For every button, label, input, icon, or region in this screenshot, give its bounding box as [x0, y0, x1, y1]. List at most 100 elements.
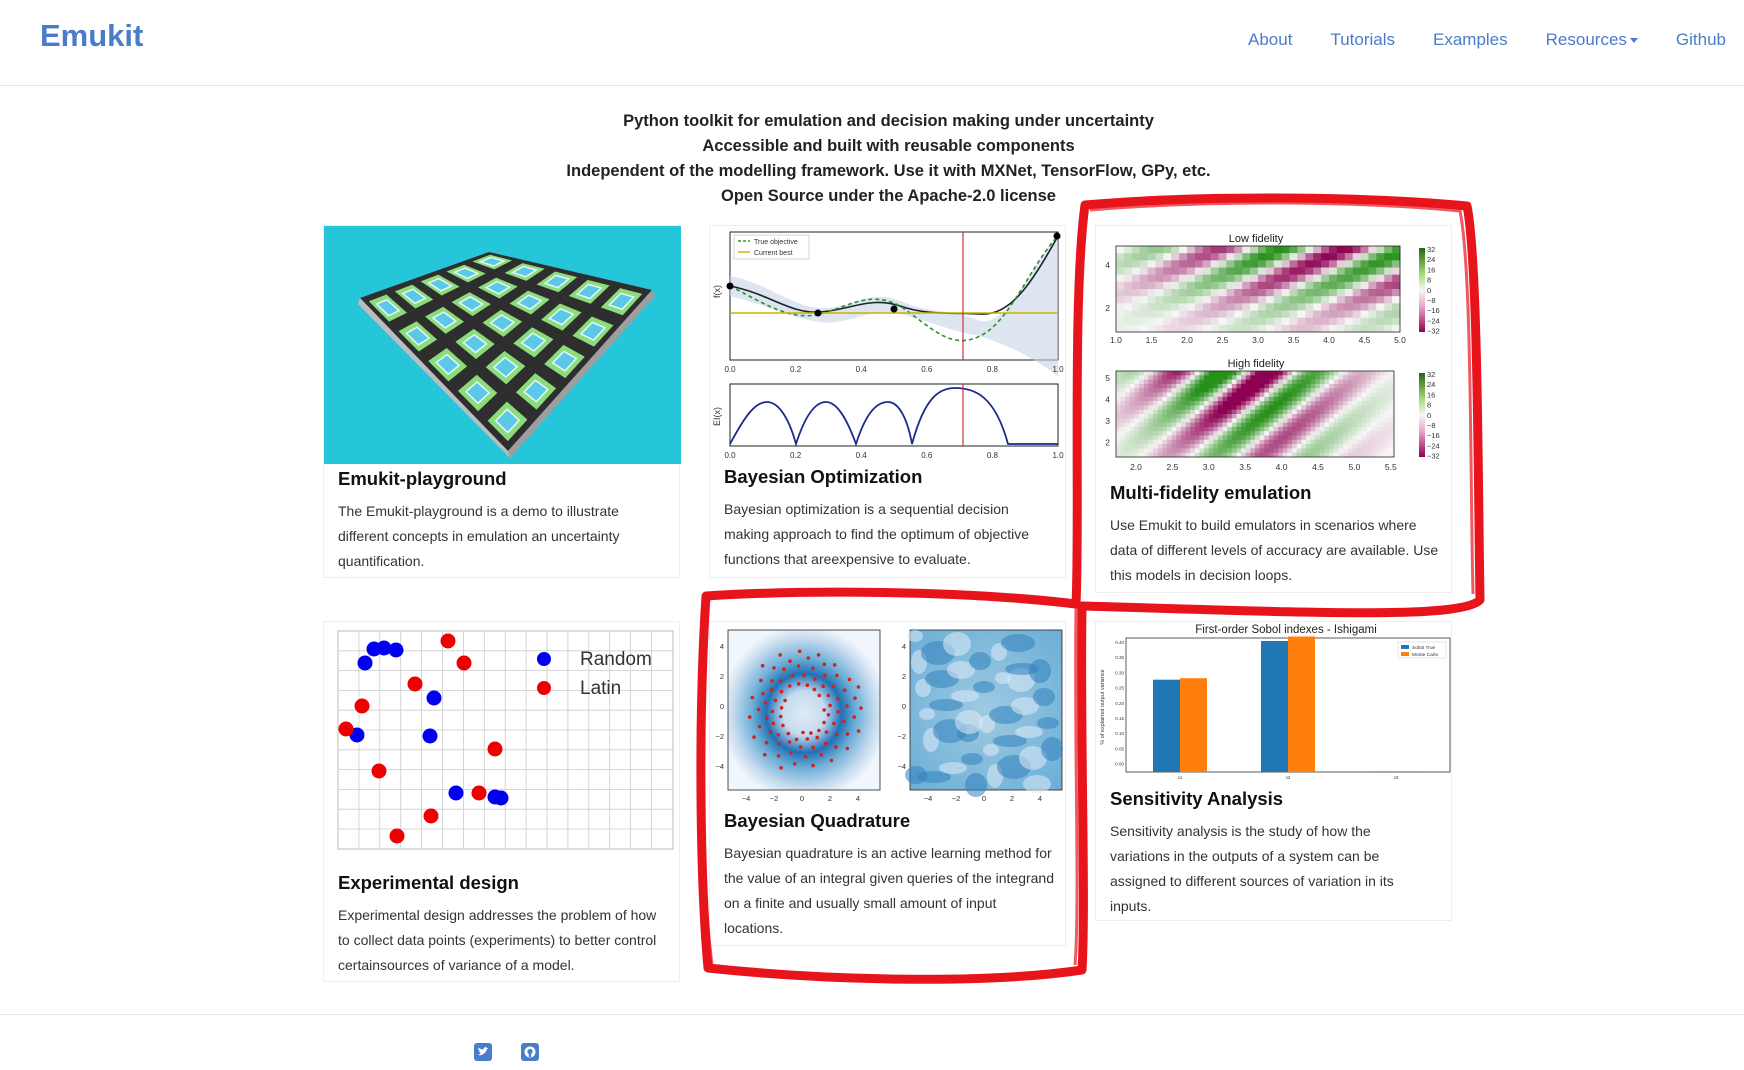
- heatmap-cell: [1234, 303, 1243, 311]
- heatmap-cell: [1116, 392, 1121, 398]
- heatmap-cell: [1222, 409, 1228, 415]
- x-tick-label: x2: [1286, 775, 1291, 780]
- heatmap-cell: [1338, 431, 1344, 436]
- heatmap-cell: [1120, 444, 1126, 449]
- card-emukit-playground[interactable]: Emukit-playground The Emukit-playground …: [323, 225, 681, 578]
- heatmap-cell: [1375, 401, 1381, 406]
- heatmap-cell: [1273, 426, 1279, 432]
- x-tick-label: 0.2: [790, 451, 802, 460]
- heatmap-cell: [1204, 371, 1209, 376]
- heatmap-cell: [1190, 379, 1196, 385]
- latin-point: [456, 655, 472, 671]
- heatmap-cell: [1236, 418, 1242, 423]
- heatmap-cell: [1185, 418, 1191, 423]
- nav-examples[interactable]: Examples: [1433, 30, 1508, 50]
- heatmap-cell: [1255, 431, 1260, 436]
- heatmap-cell: [1147, 296, 1156, 304]
- sample-point: [764, 740, 769, 745]
- twitter-icon[interactable]: [474, 1043, 492, 1061]
- sobol-chart[interactable]: First-order Sobol indexes - Ishigami % o…: [1096, 622, 1453, 782]
- y-tick-label: 0.40: [1115, 640, 1124, 645]
- heatmap-cell: [1281, 246, 1290, 254]
- multi-fidelity-plot[interactable]: Low fidelity 1.0 1.5 2.0 2.5 3.0 3.5 4.0 4.5 5.0…: [1096, 226, 1453, 481]
- bayesopt-plot[interactable]: True objective Current best f(x) 0.0 0.2 0…: [710, 226, 1067, 466]
- heatmap-cell: [1329, 448, 1335, 453]
- card-bayesian-optimization[interactable]: True objective Current best f(x) 0.0 0.2 0…: [709, 225, 1066, 578]
- heatmap-cell: [1347, 444, 1353, 449]
- heatmap-cell: [1129, 383, 1135, 389]
- experimental-design-plot[interactable]: Random Latin: [324, 622, 681, 854]
- heatmap-cell: [1273, 303, 1282, 311]
- heatmap-cell: [1356, 401, 1362, 406]
- heatmap-cell: [1375, 396, 1381, 402]
- heatmap-cell: [1389, 375, 1395, 380]
- card-multi-fidelity-emulation[interactable]: Low fidelity 1.0 1.5 2.0 2.5 3.0 3.5 4.0 4.5 5.0…: [1095, 225, 1452, 593]
- heatmap-cell: [1139, 383, 1145, 389]
- heatmap-cell: [1315, 375, 1321, 380]
- heatmap-cell: [1305, 418, 1311, 423]
- bayesian-quadrature-plot[interactable]: 420−2−4−4 −2 0 2 4 420−2−4−4 −2 0 2 4: [710, 622, 1067, 822]
- nav-github[interactable]: Github: [1676, 30, 1726, 50]
- heatmap-cell: [1194, 388, 1200, 393]
- heatmap-cell: [1301, 418, 1307, 423]
- sample-point: [798, 745, 803, 749]
- heatmap-cell: [1227, 392, 1233, 398]
- card-bayesian-quadrature[interactable]: 4 2 0 −2 −4 −4 −2 0 2 4 4 2 0 −2 −4 −4 −2 0 2 4 Bayesian Q…: [709, 621, 1066, 946]
- heatmap-cell: [1120, 371, 1126, 376]
- heatmap-cell: [1356, 435, 1362, 441]
- card-sensitivity-analysis[interactable]: First-order Sobol indexes - Ishigami % o…: [1095, 621, 1452, 921]
- heatmap-cell: [1234, 246, 1243, 254]
- heatmap-cell: [1282, 371, 1288, 376]
- heatmap-cell: [1361, 435, 1367, 441]
- heatmap-cell: [1202, 246, 1211, 254]
- heatmap-cell: [1347, 435, 1353, 441]
- heatmap-cell: [1296, 396, 1302, 402]
- heatmap-cell: [1380, 405, 1386, 410]
- heatmap-cell: [1255, 375, 1260, 380]
- heatmap-cell: [1208, 431, 1214, 436]
- heatmap-cell: [1268, 448, 1274, 453]
- heatmap-cell: [1153, 379, 1158, 385]
- heatmap-cell: [1329, 383, 1335, 389]
- heatmap-cell: [1179, 274, 1188, 283]
- heatmap-cell: [1366, 409, 1372, 415]
- heatmap-cell: [1155, 246, 1164, 254]
- heatmap-cell: [1352, 396, 1358, 402]
- heatmap-cell: [1187, 274, 1196, 283]
- latin-point: [371, 763, 387, 779]
- heatmap-cell: [1185, 379, 1191, 385]
- heatmap-cell: [1218, 246, 1227, 254]
- heatmap-cell: [1347, 392, 1353, 398]
- heatmap-cell: [1163, 324, 1172, 333]
- heatmap-cell: [1315, 388, 1321, 393]
- heatmap-cell: [1162, 435, 1168, 441]
- card-text: Bayesian optimization is a sequential de…: [724, 501, 1030, 567]
- nav-about[interactable]: About: [1248, 30, 1292, 50]
- nav-resources-dropdown[interactable]: Resources: [1546, 30, 1638, 50]
- heatmap-cell: [1116, 448, 1121, 453]
- heatmap-cell: [1344, 296, 1353, 304]
- heatmap-cell: [1301, 396, 1307, 402]
- heatmap-cell: [1255, 383, 1260, 389]
- card-experimental-design[interactable]: Random Latin Experimental design Experim…: [323, 621, 680, 982]
- heatmap-cell: [1234, 281, 1243, 290]
- heatmap-cell: [1241, 396, 1247, 402]
- heatmap-cell: [1366, 448, 1372, 453]
- nav-tutorials[interactable]: Tutorials: [1330, 30, 1395, 50]
- heatmap-cell: [1273, 414, 1279, 419]
- heatmap-cell: [1139, 409, 1145, 415]
- heatmap-cell: [1297, 267, 1306, 275]
- github-icon[interactable]: [521, 1043, 539, 1061]
- brand-logo[interactable]: Emukit: [40, 18, 143, 54]
- heatmap-cell: [1199, 422, 1205, 428]
- heatmap-cell: [1134, 439, 1140, 445]
- heatmap-cell: [1368, 296, 1377, 304]
- heatmap-cell: [1204, 379, 1209, 385]
- heatmap-cell: [1120, 439, 1126, 445]
- heatmap-cell: [1356, 405, 1362, 410]
- heatmap-cell: [1250, 396, 1256, 402]
- heatmap-cell: [1180, 448, 1186, 453]
- heatmap-cell: [1310, 414, 1316, 419]
- heatmap-cell: [1176, 418, 1182, 423]
- playground-image[interactable]: [324, 226, 681, 464]
